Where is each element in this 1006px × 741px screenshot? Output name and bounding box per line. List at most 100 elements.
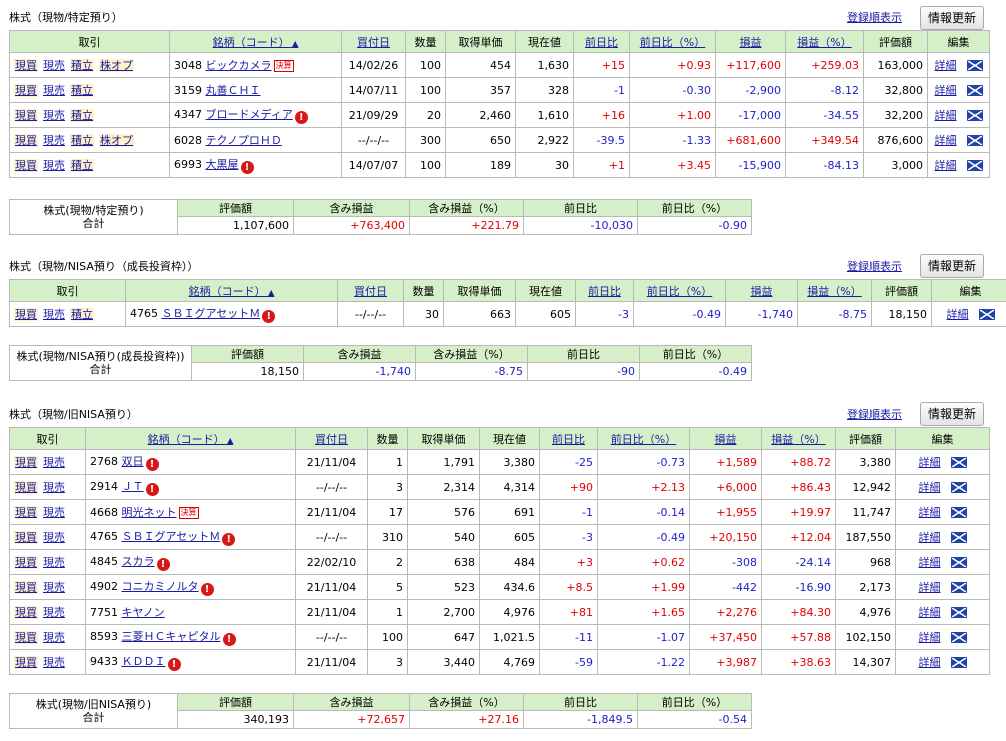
stock-name-link[interactable]: ＳＢＩグアセットＭ	[162, 307, 261, 320]
detail-link[interactable]: 詳細	[935, 84, 957, 97]
col-header-buy-date[interactable]: 買付日	[337, 279, 404, 302]
stock-name-link[interactable]: 大黒屋	[206, 158, 239, 171]
trade-link-1[interactable]: 現売	[43, 134, 65, 147]
trade-link-1[interactable]: 現売	[43, 531, 65, 544]
sort-link-day-pct[interactable]: 前日比（%）	[647, 285, 712, 298]
trade-link-1[interactable]: 現売	[43, 556, 65, 569]
trade-link-1[interactable]: 現売	[43, 631, 65, 644]
trade-link-3[interactable]: 株オプ	[99, 59, 134, 72]
sort-link-buy-date[interactable]: 買付日	[354, 285, 387, 298]
alert-icon[interactable]: !	[222, 633, 236, 646]
col-header-pl[interactable]: 損益	[725, 279, 798, 302]
stock-name-link[interactable]: コニカミノルタ	[122, 580, 199, 593]
trade-link-0[interactable]: 現買	[14, 456, 38, 469]
sort-link-name[interactable]: 銘柄（コード）	[213, 36, 299, 49]
detail-link[interactable]: 詳細	[919, 656, 941, 669]
sort-registered-link-nisa-old[interactable]: 登録順表示	[847, 406, 902, 422]
trade-link-1[interactable]: 現売	[43, 159, 65, 172]
trade-link-3[interactable]: 株オプ	[99, 134, 134, 147]
alert-icon[interactable]: !	[294, 111, 308, 124]
stock-name-link[interactable]: ＫＤＤＩ	[122, 655, 166, 668]
refresh-button-nisa-old[interactable]: 情報更新	[920, 402, 985, 426]
detail-link[interactable]: 詳細	[919, 631, 941, 644]
trade-link-2[interactable]: 積立	[70, 84, 94, 97]
trade-link-2[interactable]: 積立	[70, 159, 94, 172]
trade-link-0[interactable]: 現買	[14, 109, 38, 122]
detail-link[interactable]: 詳細	[919, 531, 941, 544]
sort-link-day-change[interactable]: 前日比	[552, 433, 585, 446]
detail-link[interactable]: 詳細	[935, 134, 957, 147]
mail-icon[interactable]	[950, 532, 967, 543]
col-header-pl[interactable]: 損益	[689, 427, 762, 450]
stock-name-link[interactable]: テクノプロＨＤ	[206, 134, 282, 147]
trade-link-2[interactable]: 積立	[70, 134, 94, 147]
col-header-day-change[interactable]: 前日比	[573, 30, 630, 53]
mail-icon[interactable]	[950, 607, 967, 618]
trade-link-0[interactable]: 現買	[14, 159, 38, 172]
stock-name-link[interactable]: ＳＢＩグアセットＭ	[122, 530, 221, 543]
detail-link[interactable]: 詳細	[935, 109, 957, 122]
sort-link-pl[interactable]: 損益	[740, 36, 762, 49]
mail-icon[interactable]	[978, 309, 995, 320]
detail-link[interactable]: 詳細	[935, 59, 957, 72]
detail-link[interactable]: 詳細	[919, 506, 941, 519]
mail-icon[interactable]	[966, 135, 983, 146]
mail-icon[interactable]	[966, 160, 983, 171]
refresh-button-nisa-growth[interactable]: 情報更新	[920, 254, 985, 278]
stock-name-link[interactable]: キヤノン	[122, 606, 165, 619]
mail-icon[interactable]	[966, 60, 983, 71]
sort-link-day-change[interactable]: 前日比	[588, 285, 621, 298]
alert-icon[interactable]: !	[145, 458, 159, 471]
col-header-day-change[interactable]: 前日比	[539, 427, 598, 450]
sort-registered-link-tokutei[interactable]: 登録順表示	[847, 9, 902, 25]
trade-link-1[interactable]: 現売	[43, 84, 65, 97]
col-header-buy-date[interactable]: 買付日	[295, 427, 368, 450]
trade-link-0[interactable]: 現買	[14, 59, 38, 72]
trade-link-1[interactable]: 現売	[43, 456, 65, 469]
sort-link-day-pct[interactable]: 前日比（%）	[611, 433, 676, 446]
mail-icon[interactable]	[950, 632, 967, 643]
alert-icon[interactable]: !	[167, 658, 181, 671]
detail-link[interactable]: 詳細	[935, 159, 957, 172]
col-header-day-change[interactable]: 前日比	[575, 279, 634, 302]
detail-link[interactable]: 詳細	[919, 581, 941, 594]
trade-link-0[interactable]: 現買	[14, 531, 38, 544]
trade-link-1[interactable]: 現売	[43, 109, 65, 122]
trade-link-1[interactable]: 現売	[43, 308, 65, 321]
alert-icon[interactable]: !	[222, 533, 236, 546]
mail-icon[interactable]	[950, 457, 967, 468]
sort-link-buy-date[interactable]: 買付日	[357, 36, 390, 49]
mail-icon[interactable]	[950, 482, 967, 493]
stock-name-link[interactable]: ブロードメディア	[206, 108, 293, 121]
mail-icon[interactable]	[950, 657, 967, 668]
col-header-day-pct[interactable]: 前日比（%）	[629, 30, 716, 53]
sort-link-pl-pct[interactable]: 損益（%）	[797, 36, 851, 49]
trade-link-1[interactable]: 現売	[43, 481, 65, 494]
col-header-day-pct[interactable]: 前日比（%）	[633, 279, 726, 302]
sort-link-name[interactable]: 銘柄（コード）	[148, 433, 234, 446]
trade-link-0[interactable]: 現買	[14, 506, 38, 519]
trade-link-0[interactable]: 現買	[14, 556, 38, 569]
trade-link-0[interactable]: 現買	[14, 308, 38, 321]
col-header-buy-date[interactable]: 買付日	[341, 30, 406, 53]
alert-icon[interactable]: !	[156, 558, 170, 571]
trade-link-1[interactable]: 現売	[43, 59, 65, 72]
col-header-name[interactable]: 銘柄（コード）	[85, 427, 296, 450]
stock-name-link[interactable]: 双日	[122, 455, 144, 468]
trade-link-2[interactable]: 積立	[70, 109, 94, 122]
stock-name-link[interactable]: スカラ	[122, 555, 155, 568]
stock-name-link[interactable]: ビックカメラ	[206, 59, 272, 72]
sort-link-day-change[interactable]: 前日比	[585, 36, 618, 49]
detail-link[interactable]: 詳細	[919, 456, 941, 469]
mail-icon[interactable]	[966, 110, 983, 121]
trade-link-0[interactable]: 現買	[14, 581, 38, 594]
refresh-button-tokutei[interactable]: 情報更新	[920, 6, 985, 30]
trade-link-0[interactable]: 現買	[14, 134, 38, 147]
stock-name-link[interactable]: 三菱ＨＣキャピタル	[122, 630, 221, 643]
sort-link-buy-date[interactable]: 買付日	[315, 433, 348, 446]
alert-icon[interactable]: !	[262, 310, 276, 323]
sort-link-pl-pct[interactable]: 損益（%）	[807, 285, 861, 298]
sort-link-name[interactable]: 銘柄（コード）	[189, 285, 275, 298]
stock-name-link[interactable]: ＪＴ	[122, 480, 144, 493]
trade-link-1[interactable]: 現売	[43, 506, 65, 519]
